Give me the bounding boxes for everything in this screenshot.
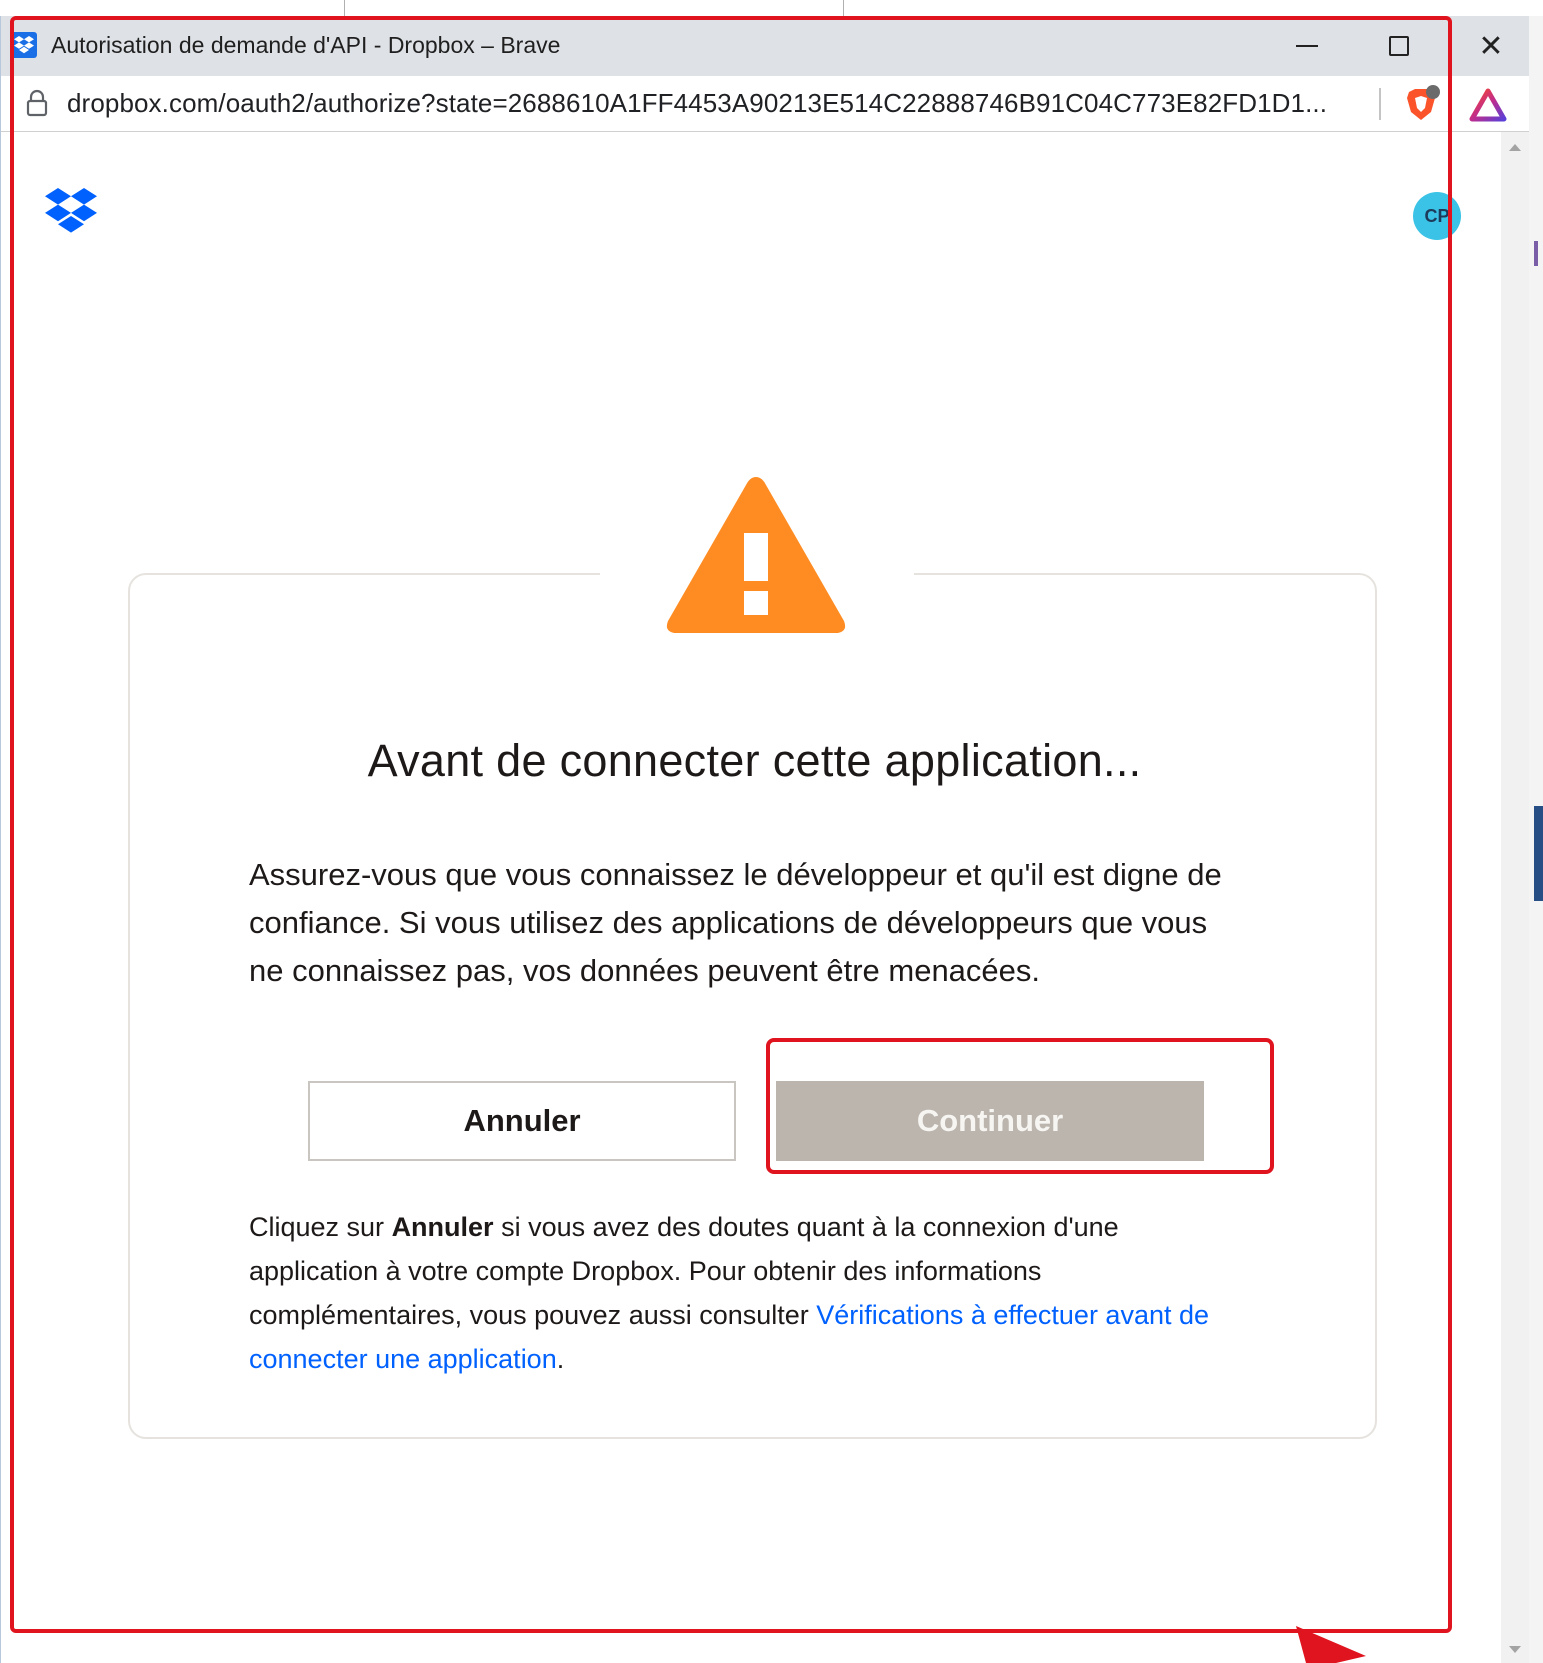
url-field[interactable]: dropbox.com/oauth2/authorize?state=26886… (67, 88, 1327, 119)
scroll-up-icon[interactable] (1509, 144, 1521, 151)
dialog-body: Assurez-vous que vous connaissez le déve… (249, 857, 1222, 988)
warning-card: Avant de connecter cette application... … (128, 477, 1377, 1439)
note-bold-cancel: Annuler (391, 1212, 494, 1242)
vertical-scrollbar[interactable] (1501, 132, 1529, 1663)
dropbox-logo-icon[interactable] (45, 188, 97, 234)
maximize-button[interactable] (1353, 16, 1445, 76)
background-accent (1534, 806, 1543, 901)
annotation-arrow-icon (1296, 1626, 1366, 1663)
browser-popup-window: Autorisation de demande d'API - Dropbox … (0, 16, 1529, 1663)
avatar[interactable]: CP (1413, 192, 1461, 240)
address-bar: dropbox.com/oauth2/authorize?state=26886… (1, 76, 1529, 132)
note-prefix: Cliquez sur (249, 1212, 392, 1242)
close-button[interactable]: ✕ (1445, 16, 1537, 76)
close-icon: ✕ (1478, 29, 1504, 63)
page-content: CP Avant de connecter cette application.… (1, 132, 1501, 1663)
background-accent (1534, 241, 1538, 266)
minimize-icon (1296, 45, 1318, 47)
background-divider (843, 0, 844, 16)
dropbox-icon (11, 32, 37, 58)
background-divider (344, 0, 345, 16)
continue-button[interactable]: Continuer (776, 1081, 1204, 1161)
window-title: Autorisation de demande d'API - Dropbox … (51, 32, 561, 58)
scroll-down-icon[interactable] (1509, 1646, 1521, 1653)
warning-triangle-icon (666, 477, 846, 633)
dialog-title: Avant de connecter cette application... (367, 735, 1142, 786)
background-app-edge (1528, 16, 1543, 1663)
note-suffix: . (556, 1344, 565, 1374)
lock-icon[interactable] (25, 88, 49, 118)
title-bar[interactable]: Autorisation de demande d'API - Dropbox … (1, 16, 1529, 76)
brave-rewards-icon[interactable] (1469, 88, 1507, 122)
background-app-strip: ▔▔▔ ▔ (0, 0, 1543, 19)
dialog-note: Cliquez sur Annuler si vous avez des dou… (249, 1205, 1249, 1381)
maximize-icon (1389, 36, 1409, 56)
brave-shield-icon[interactable] (1401, 84, 1441, 124)
cancel-button[interactable]: Annuler (308, 1081, 736, 1161)
minimize-button[interactable] (1261, 16, 1353, 76)
address-separator (1379, 88, 1381, 120)
